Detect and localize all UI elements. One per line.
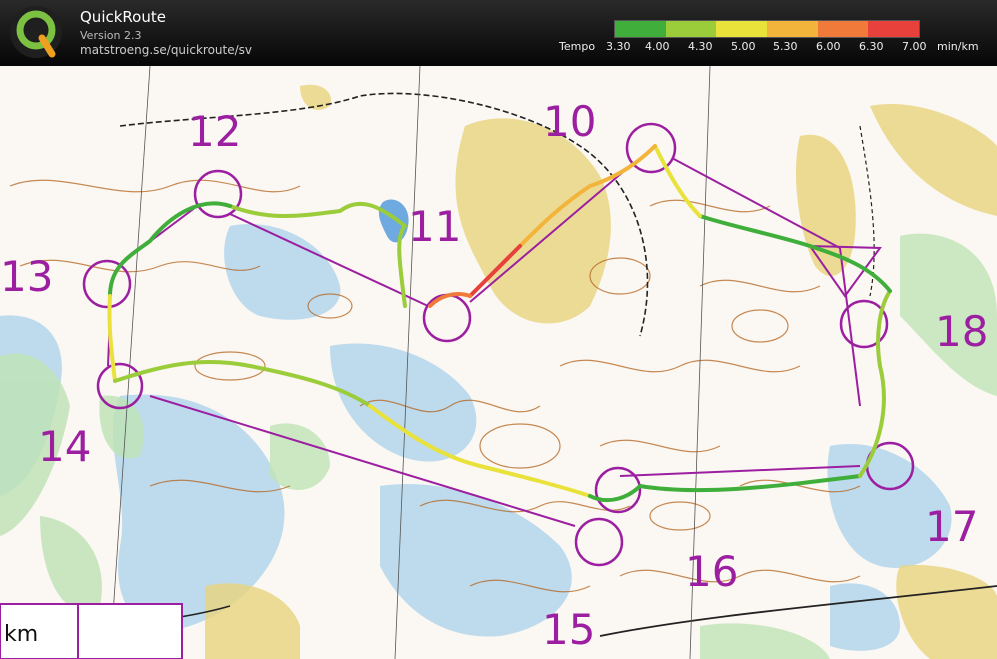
tempo-legend-bar: [614, 20, 920, 38]
control-number-17: 17: [925, 502, 978, 551]
control-number-16: 16: [685, 547, 738, 596]
tempo-legend-segment: [868, 21, 920, 37]
tempo-label: Tempo: [559, 40, 596, 53]
control-number-11: 11: [408, 202, 461, 251]
control-number-18: 18: [935, 307, 988, 356]
quickroute-logo-icon: [10, 6, 62, 58]
header-bar: QuickRoute Version 2.3 matstroeng.se/qui…: [0, 0, 997, 66]
app-title: QuickRoute: [80, 8, 166, 26]
tempo-tick: 4.00: [645, 40, 670, 53]
tempo-legend-segment: [615, 21, 666, 37]
control-number-14: 14: [38, 422, 91, 471]
tempo-tick: 4.30: [688, 40, 713, 53]
tempo-tick: 5.00: [731, 40, 756, 53]
tempo-unit: min/km: [937, 40, 979, 53]
tempo-tick: 3.30: [606, 40, 631, 53]
tempo-tick: 5.30: [773, 40, 798, 53]
orienteering-map[interactable]: km 10 11 12 13 14 15 16 17 18: [0, 66, 997, 659]
control-number-12: 12: [188, 107, 241, 156]
app-version: Version 2.3: [80, 29, 142, 42]
tempo-tick: 7.00: [902, 40, 927, 53]
control-number-10: 10: [543, 97, 596, 146]
tempo-tick: 6.30: [859, 40, 884, 53]
tempo-tick: 6.00: [816, 40, 841, 53]
tempo-legend-segment: [716, 21, 768, 37]
control-number-13: 13: [0, 252, 53, 301]
tempo-legend-segment: [817, 21, 869, 37]
scale-box: km: [0, 603, 183, 659]
quickroute-app: QuickRoute Version 2.3 matstroeng.se/qui…: [0, 0, 997, 659]
scale-label: km: [4, 622, 38, 647]
app-url-link[interactable]: matstroeng.se/quickroute/sv: [80, 43, 252, 57]
tempo-legend-segment: [767, 21, 818, 37]
control-number-15: 15: [542, 605, 595, 654]
tempo-legend-segment: [665, 21, 717, 37]
